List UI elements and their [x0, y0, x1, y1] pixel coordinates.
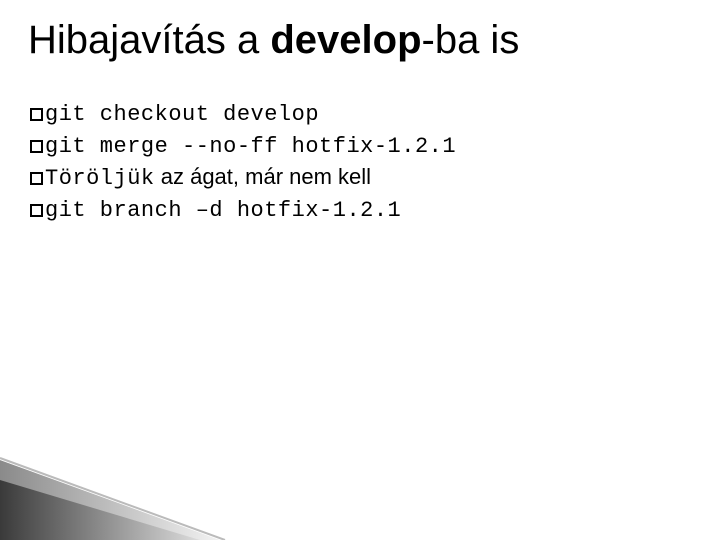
square-bullet-icon: [30, 140, 43, 153]
slide: Hibajavítás a develop-ba is git checkout…: [0, 0, 720, 540]
content-area: git checkout develop git merge --no-ff h…: [30, 98, 690, 226]
square-bullet-icon: [30, 108, 43, 121]
title-bold: develop: [270, 18, 421, 62]
code-text-1: git checkout develop: [45, 102, 319, 127]
bullet-line-2: git merge --no-ff hotfix-1.2.1: [30, 130, 690, 162]
text-3b: az ágat, már nem kell: [155, 164, 371, 189]
corner-wedge-decoration: [0, 450, 230, 540]
title-part3: -ba is: [422, 18, 520, 62]
code-text-2: git merge --no-ff hotfix-1.2.1: [45, 134, 456, 159]
slide-title: Hibajavítás a develop-ba is: [28, 18, 519, 63]
square-bullet-icon: [30, 172, 43, 185]
title-part1: Hibajavítás a: [28, 18, 270, 62]
code-text-4: git branch –d hotfix-1.2.1: [45, 198, 401, 223]
square-bullet-icon: [30, 204, 43, 217]
bullet-line-1: git checkout develop: [30, 98, 690, 130]
bullet-line-4: git branch –d hotfix-1.2.1: [30, 194, 690, 226]
bullet-line-3: Töröljük az ágat, már nem kell: [30, 162, 690, 194]
text-3a: Töröljük: [45, 166, 155, 191]
